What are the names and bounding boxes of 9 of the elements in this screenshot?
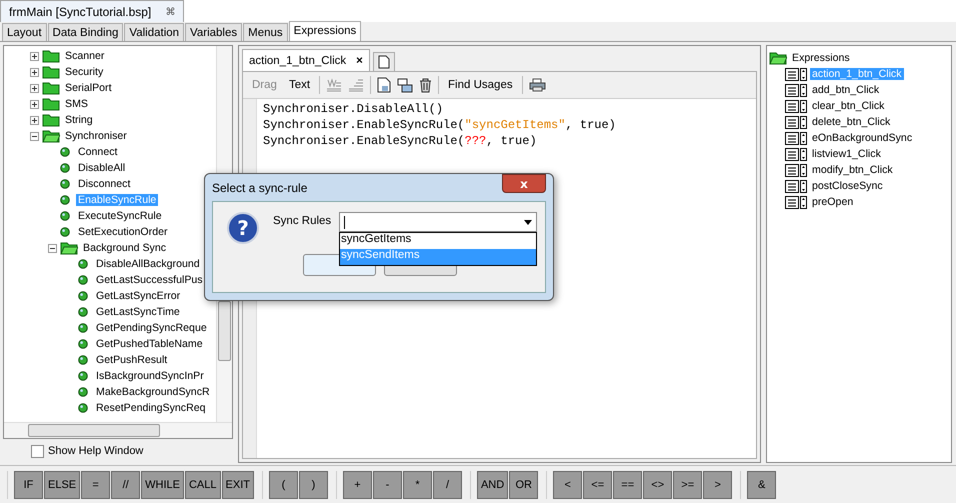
field-label: Sync Rules (273, 215, 332, 227)
document-title: frmMain [SyncTutorial.bsp] (9, 4, 152, 18)
code-line: Synchroniser.EnableSyncRule("syncGetItems", true) (263, 117, 616, 133)
dialog-title: Select a sync-rule (212, 180, 308, 194)
code-line: Synchroniser.DisableAll() (263, 101, 444, 117)
question-icon: ? (227, 212, 259, 244)
checkbox-label: Show Help Window (48, 445, 144, 457)
code-line: Synchroniser.EnableSyncRule(???, true) (263, 133, 538, 149)
editor-tab-title: action_1_btn_Click (249, 54, 346, 66)
